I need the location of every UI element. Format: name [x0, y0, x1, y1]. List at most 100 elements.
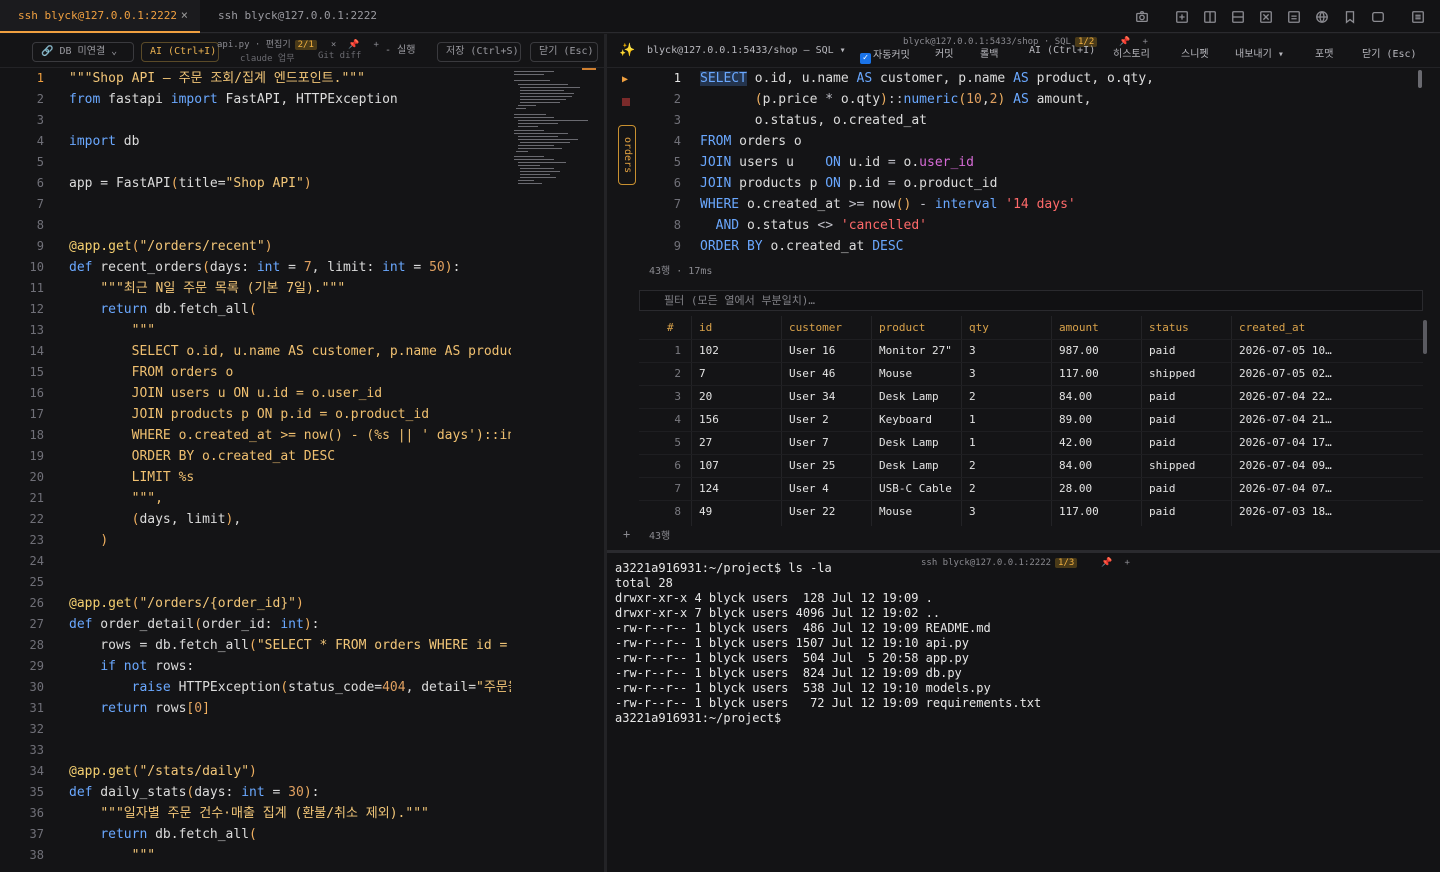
column-header[interactable]: # — [667, 316, 674, 339]
column-header[interactable]: created_at — [1239, 316, 1305, 339]
column-header[interactable]: qty — [969, 316, 989, 339]
table-cell[interactable]: 3 — [969, 339, 1047, 362]
ai-button[interactable]: AI (Ctrl+I) — [1029, 45, 1095, 56]
ai-button[interactable]: AI (Ctrl+I) — [141, 42, 219, 62]
filter-input[interactable]: 필터 (모든 열에서 부분일치)… — [639, 290, 1423, 311]
column-header[interactable]: customer — [789, 316, 842, 339]
split-add-icon[interactable] — [1168, 8, 1196, 26]
row-number[interactable]: 5 — [663, 431, 681, 454]
globe-icon[interactable] — [1308, 8, 1336, 26]
table-cell[interactable]: 2 — [969, 477, 1047, 500]
table-cell[interactable]: 84.00 — [1059, 385, 1137, 408]
column-header[interactable]: amount — [1059, 316, 1099, 339]
table-cell[interactable]: 28.00 — [1059, 477, 1137, 500]
table-cell[interactable]: 2026-07-03 18… — [1239, 500, 1409, 523]
commit-button[interactable]: 커밋 — [935, 45, 953, 60]
format-button[interactable]: 포맷 — [1315, 45, 1333, 60]
table-cell[interactable]: paid — [1149, 385, 1227, 408]
table-cell[interactable]: 2026-07-04 17… — [1239, 431, 1409, 454]
table-cell[interactable]: User 34 — [789, 385, 867, 408]
table-cell[interactable]: Desk Lamp — [879, 454, 957, 477]
table-cell[interactable]: 7 — [699, 362, 777, 385]
table-cell[interactable]: 156 — [699, 408, 777, 431]
table-cell[interactable]: 2026-07-04 07… — [1239, 477, 1409, 500]
table-cell[interactable]: 84.00 — [1059, 454, 1137, 477]
orders-table-tab[interactable]: orders — [618, 125, 636, 185]
table-cell[interactable]: User 7 — [789, 431, 867, 454]
history-button[interactable]: 히스토리 — [1113, 45, 1150, 60]
window-icon[interactable] — [1364, 8, 1392, 26]
table-cell[interactable]: 89.00 — [1059, 408, 1137, 431]
stop-query-icon[interactable] — [622, 98, 630, 106]
table-cell[interactable]: 2026-07-04 09… — [1239, 454, 1409, 477]
table-cell[interactable]: 3 — [969, 362, 1047, 385]
rollback-button[interactable]: 롤백 — [980, 45, 998, 60]
table-cell[interactable]: 1 — [969, 431, 1047, 454]
table-cell[interactable]: 1 — [969, 408, 1047, 431]
table-cell[interactable]: 49 — [699, 500, 777, 523]
table-cell[interactable]: 3 — [969, 500, 1047, 523]
bookmark-icon[interactable] — [1336, 8, 1364, 26]
run-query-icon[interactable]: ▶ — [622, 74, 628, 85]
table-scrollbar[interactable] — [1423, 320, 1427, 354]
menu-icon[interactable] — [1404, 8, 1432, 26]
close-icon[interactable]: × — [181, 0, 188, 31]
pin-icon[interactable]: 📌 — [1101, 558, 1112, 568]
table-cell[interactable]: 2026-07-04 21… — [1239, 408, 1409, 431]
table-cell[interactable]: 20 — [699, 385, 777, 408]
table-cell[interactable]: shipped — [1149, 362, 1227, 385]
table-cell[interactable]: paid — [1149, 500, 1227, 523]
autocommit-toggle[interactable]: ✓ 자동커밋 — [860, 46, 910, 64]
table-cell[interactable]: Desk Lamp — [879, 385, 957, 408]
table-cell[interactable]: 2026-07-04 22… — [1239, 385, 1409, 408]
sparkle-icon[interactable]: ✨ — [619, 43, 635, 58]
snippet-button[interactable]: 스니펫 — [1181, 45, 1209, 60]
table-cell[interactable]: Mouse — [879, 362, 957, 385]
row-number[interactable]: 2 — [663, 362, 681, 385]
table-cell[interactable]: 102 — [699, 339, 777, 362]
db-connect-button[interactable]: 🔗 DB 미연결 ⌄ — [32, 42, 134, 62]
row-number[interactable]: 4 — [663, 408, 681, 431]
table-cell[interactable]: User 22 — [789, 500, 867, 523]
table-cell[interactable]: USB-C Cable — [879, 477, 957, 500]
column-header[interactable]: product — [879, 316, 925, 339]
terminal-pane[interactable]: a3221a916931:~/project$ ls -la total 28 dr… — [607, 553, 1440, 872]
table-cell[interactable]: User 25 — [789, 454, 867, 477]
code-area[interactable]: """Shop API — 주문 조회/집계 엔드포인트.""" from fas… — [69, 68, 511, 872]
save-button[interactable]: 저장 (Ctrl+S) — [437, 42, 521, 62]
minimap[interactable] — [514, 68, 598, 208]
table-cell[interactable]: 107 — [699, 454, 777, 477]
terminal-icon[interactable] — [1280, 8, 1308, 26]
connection-selector[interactable]: blyck@127.0.0.1:5433/shop — SQL ▾ — [647, 45, 846, 56]
table-cell[interactable]: paid — [1149, 477, 1227, 500]
close-icon[interactable]: × — [331, 40, 336, 50]
table-cell[interactable]: Keyboard — [879, 408, 957, 431]
close-sql-button[interactable]: 닫기 (Esc) — [1362, 45, 1417, 60]
table-cell[interactable]: shipped — [1149, 454, 1227, 477]
row-number[interactable]: 1 — [663, 339, 681, 362]
table-cell[interactable]: paid — [1149, 339, 1227, 362]
checkbox-icon[interactable]: ✓ — [860, 53, 871, 64]
row-number[interactable]: 7 — [663, 477, 681, 500]
git-diff-label[interactable]: Git diff — [318, 51, 361, 61]
table-cell[interactable]: Monitor 27" — [879, 339, 957, 362]
camera-icon[interactable] — [1128, 8, 1156, 26]
sql-scrollbar[interactable] — [1418, 70, 1422, 88]
tab-ssh-2[interactable]: ssh blyck@127.0.0.1:2222 — [200, 0, 396, 33]
split-horizontal-icon[interactable] — [1224, 8, 1252, 26]
table-cell[interactable]: 42.00 — [1059, 431, 1137, 454]
table-cell[interactable]: paid — [1149, 431, 1227, 454]
export-button[interactable]: 내보내기 ▾ — [1235, 45, 1284, 60]
table-cell[interactable]: 2 — [969, 385, 1047, 408]
row-number[interactable]: 3 — [663, 385, 681, 408]
table-cell[interactable]: 117.00 — [1059, 500, 1137, 523]
table-cell[interactable]: 27 — [699, 431, 777, 454]
table-cell[interactable]: User 4 — [789, 477, 867, 500]
pin-icon[interactable]: 📌 — [348, 40, 359, 50]
table-cell[interactable]: 2026-07-05 10… — [1239, 339, 1409, 362]
table-cell[interactable]: Mouse — [879, 500, 957, 523]
table-cell[interactable]: 117.00 — [1059, 362, 1137, 385]
column-header[interactable]: status — [1149, 316, 1189, 339]
close-editor-button[interactable]: 닫기 (Esc) — [530, 42, 598, 62]
table-cell[interactable]: User 16 — [789, 339, 867, 362]
